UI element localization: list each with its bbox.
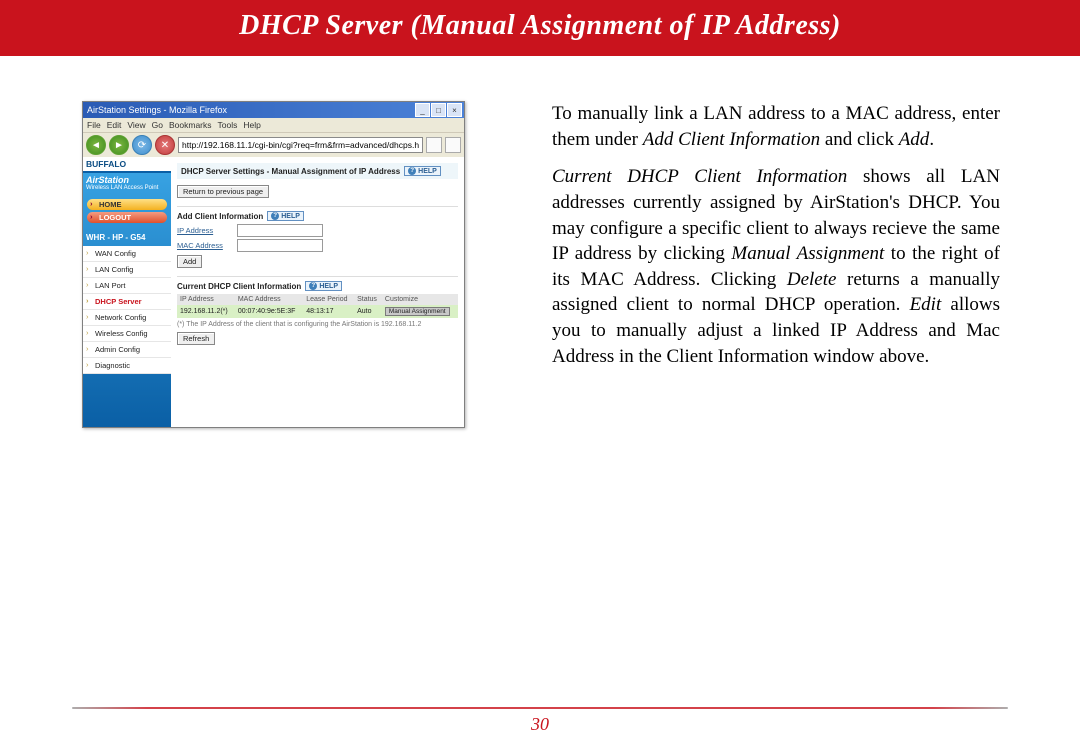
page-title: DHCP Server (Manual Assignment of IP Add… [239,10,841,41]
col-customize: Customize [382,294,458,305]
page-number: 30 [0,714,1080,735]
menu-help[interactable]: Help [243,120,260,130]
menu-edit[interactable]: Edit [107,120,122,130]
add-button[interactable]: Add [177,255,202,268]
nav-wireless-config[interactable]: Wireless Config [83,326,171,342]
reload-button[interactable]: ⟳ [132,135,152,155]
col-mac: MAC Address [235,294,303,305]
browser-toolbar: ◄ ► ⟳ ✕ [83,132,464,157]
nav-wan-config[interactable]: WAN Config [83,246,171,262]
footer-rule [72,707,1008,709]
main-panel: DHCP Server Settings - Manual Assignment… [171,157,464,427]
nav-network-config[interactable]: Network Config [83,310,171,326]
toolbar-icon[interactable] [445,137,461,153]
help-button-add[interactable]: HELP [267,211,304,221]
menu-go[interactable]: Go [152,120,163,130]
refresh-button[interactable]: Refresh [177,332,215,345]
minimize-button[interactable]: _ [415,103,430,117]
ip-address-label: IP Address [177,226,233,235]
cell-status: Auto [354,305,382,318]
menu-bookmarks[interactable]: Bookmarks [169,120,212,130]
body-text: To manually link a LAN address to a MAC … [552,101,1000,428]
window-controls: _ □ × [415,103,462,117]
close-button[interactable]: × [447,103,462,117]
mac-address-input[interactable] [237,239,323,252]
col-lease: Lease Period [303,294,354,305]
footnote: (*) The IP Address of the client that is… [177,321,458,328]
brand-logo: BUFFALO [83,157,171,173]
cell-lease: 48:13:17 [303,305,354,318]
maximize-button[interactable]: □ [431,103,446,117]
add-client-header: Add Client Information [177,212,263,221]
logout-button[interactable]: LOGOUT [87,212,167,223]
help-button[interactable]: HELP [404,166,441,176]
home-button[interactable]: HOME [87,199,167,210]
return-button[interactable]: Return to previous page [177,185,269,198]
mac-address-label: MAC Address [177,241,233,250]
product-name: AirStation Wireless LAN Access Point [83,173,171,195]
clients-table: IP Address MAC Address Lease Period Stat… [177,294,458,318]
forward-button[interactable]: ► [109,135,129,155]
sidebar: BUFFALO AirStation Wireless LAN Access P… [83,157,171,427]
cell-ip: 192.168.11.2(*) [177,305,235,318]
menu-view[interactable]: View [127,120,145,130]
menu-file[interactable]: File [87,120,101,130]
panel-title: DHCP Server Settings - Manual Assignment… [181,167,400,176]
cell-mac: 00:07:40:9e:5E:3F [235,305,303,318]
screenshot-area: AirStation Settings - Mozilla Firefox _ … [82,101,522,428]
device-name: WHR - HP - G54 [83,231,171,244]
table-row: 192.168.11.2(*) 00:07:40:9e:5E:3F 48:13:… [177,305,458,318]
browser-menubar: File Edit View Go Bookmarks Tools Help [83,118,464,132]
manual-assignment-button[interactable]: Manual Assignment [385,307,450,316]
stop-button[interactable]: ✕ [155,135,175,155]
go-button[interactable] [426,137,442,153]
add-client-section: Add Client Information HELP IP Address M… [177,206,458,268]
col-ip: IP Address [177,294,235,305]
nav-lan-config[interactable]: LAN Config [83,262,171,278]
col-status: Status [354,294,382,305]
browser-title: AirStation Settings - Mozilla Firefox [87,105,227,115]
back-button[interactable]: ◄ [86,135,106,155]
nav-lan-port[interactable]: LAN Port [83,278,171,294]
current-clients-section: Current DHCP Client Information HELP IP … [177,276,458,345]
nav-admin-config[interactable]: Admin Config [83,342,171,358]
side-nav: WAN Config LAN Config LAN Port DHCP Serv… [83,246,171,374]
ip-address-input[interactable] [237,224,323,237]
browser-titlebar: AirStation Settings - Mozilla Firefox _ … [83,102,464,118]
nav-dhcp-server[interactable]: DHCP Server [83,294,171,310]
browser-window: AirStation Settings - Mozilla Firefox _ … [82,101,465,428]
current-clients-header: Current DHCP Client Information [177,282,301,291]
paragraph-1: To manually link a LAN address to a MAC … [552,101,1000,152]
panel-title-row: DHCP Server Settings - Manual Assignment… [177,163,458,179]
paragraph-2: Current DHCP Client Information shows al… [552,164,1000,369]
page-content: BUFFALO AirStation Wireless LAN Access P… [83,157,464,427]
address-bar[interactable] [178,137,423,153]
header-bar: DHCP Server (Manual Assignment of IP Add… [0,0,1080,56]
help-button-cur[interactable]: HELP [305,281,342,291]
nav-diagnostic[interactable]: Diagnostic [83,358,171,374]
menu-tools[interactable]: Tools [218,120,238,130]
